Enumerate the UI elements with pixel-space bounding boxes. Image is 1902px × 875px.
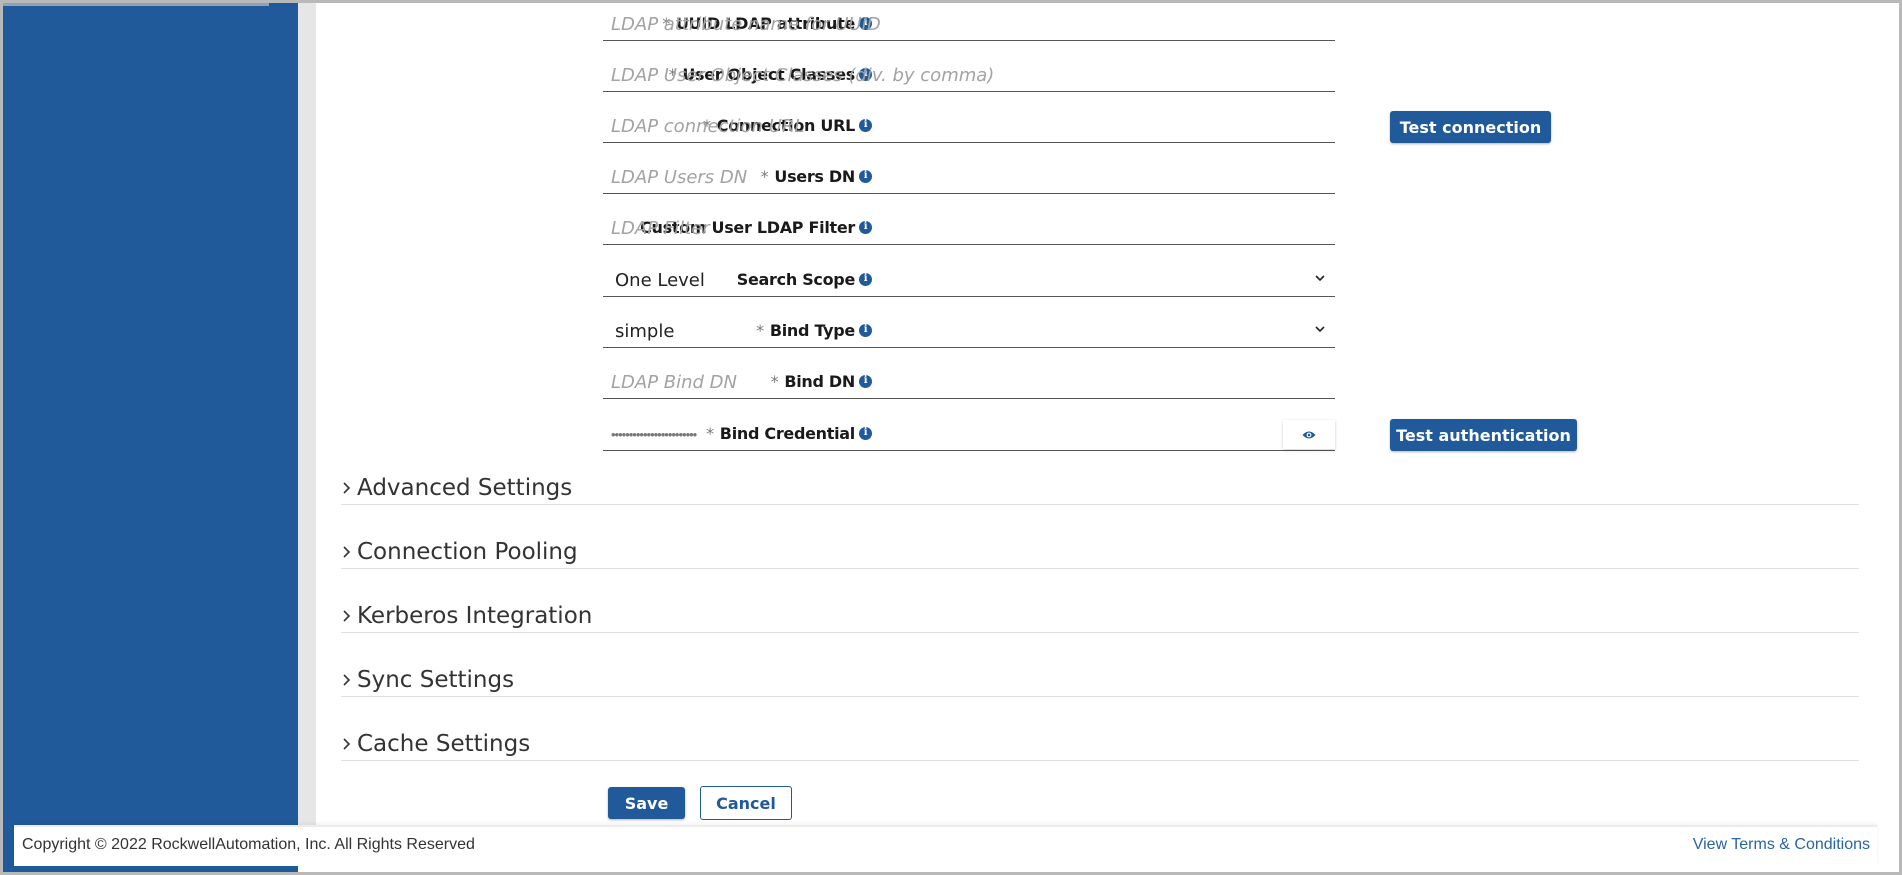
search-scope-select[interactable]: One Level xyxy=(603,264,1335,297)
content-gutter xyxy=(298,3,316,825)
chevron-right-icon xyxy=(343,737,351,750)
show-password-button[interactable] xyxy=(1283,420,1335,449)
chevron-right-icon xyxy=(343,673,351,686)
section-title: Connection Pooling xyxy=(357,538,578,565)
eye-icon xyxy=(1302,431,1316,438)
chevron-right-icon xyxy=(343,609,351,622)
field-row-connection-url: * Connection URL i Test connection xyxy=(316,110,1899,150)
section-title: Cache Settings xyxy=(357,730,531,757)
section-title: Sync Settings xyxy=(357,666,515,693)
uuid-ldap-attribute-field xyxy=(603,8,1335,41)
section-advanced-settings[interactable]: Advanced Settings xyxy=(341,471,1859,505)
test-connection-button[interactable]: Test connection xyxy=(1390,111,1551,143)
uuid-ldap-attribute-input[interactable] xyxy=(603,8,1335,40)
custom-user-ldap-filter-field xyxy=(603,212,1335,245)
field-row-bind-credential: * Bind Credential i ••••••••••••••••••••… xyxy=(316,418,1899,458)
field-row-users-dn: * Users DN i xyxy=(316,161,1899,201)
custom-user-ldap-filter-input[interactable] xyxy=(603,212,1335,244)
user-object-classes-field xyxy=(603,59,1335,92)
section-title: Advanced Settings xyxy=(357,474,573,501)
section-connection-pooling[interactable]: Connection Pooling xyxy=(341,535,1859,569)
bind-type-value: simple xyxy=(615,321,675,342)
section-sync-settings[interactable]: Sync Settings xyxy=(341,663,1859,697)
connection-url-input[interactable] xyxy=(603,110,1335,142)
chevron-right-icon xyxy=(343,545,351,558)
main-content: * UUID LDAP attribute i * User Object Cl… xyxy=(316,3,1899,825)
bind-credential-masked-value: •••••••••••••••••••••••• xyxy=(611,427,697,442)
chevron-down-icon xyxy=(1315,275,1325,282)
field-row-user-object-classes: * User Object Classes i xyxy=(316,59,1899,99)
field-row-bind-type: * Bind Type i simple xyxy=(316,315,1899,355)
sidebar-scroll-indicator xyxy=(3,3,269,6)
bind-credential-field[interactable]: •••••••••••••••••••••••• xyxy=(603,418,1335,451)
section-kerberos-integration[interactable]: Kerberos Integration xyxy=(341,599,1859,633)
bind-dn-field xyxy=(603,366,1335,399)
terms-link[interactable]: View Terms & Conditions xyxy=(1693,836,1870,854)
field-row-bind-dn: * Bind DN i xyxy=(316,366,1899,406)
copyright-text: Copyright © 2022 RockwellAutomation, Inc… xyxy=(22,836,475,853)
cancel-button[interactable]: Cancel xyxy=(700,786,792,820)
footer: Copyright © 2022 RockwellAutomation, Inc… xyxy=(14,825,1877,866)
chevron-right-icon xyxy=(343,481,351,494)
user-object-classes-input[interactable] xyxy=(603,59,1335,91)
bind-dn-input[interactable] xyxy=(603,366,1335,398)
section-title: Kerberos Integration xyxy=(357,602,593,629)
search-scope-value: One Level xyxy=(615,270,705,291)
users-dn-field xyxy=(603,161,1335,194)
sidebar xyxy=(3,3,298,872)
bind-type-select[interactable]: simple xyxy=(603,315,1335,348)
section-cache-settings[interactable]: Cache Settings xyxy=(341,727,1859,761)
test-authentication-button[interactable]: Test authentication xyxy=(1390,419,1577,451)
chevron-down-icon xyxy=(1315,326,1325,333)
save-button[interactable]: Save xyxy=(608,787,685,819)
connection-url-field xyxy=(603,110,1335,143)
field-row-custom-user-ldap-filter: Custom User LDAP Filter i xyxy=(316,212,1899,252)
field-row-uuid-ldap-attribute: * UUID LDAP attribute i xyxy=(316,8,1899,48)
users-dn-input[interactable] xyxy=(603,161,1335,193)
field-row-search-scope: Search Scope i One Level xyxy=(316,264,1899,304)
